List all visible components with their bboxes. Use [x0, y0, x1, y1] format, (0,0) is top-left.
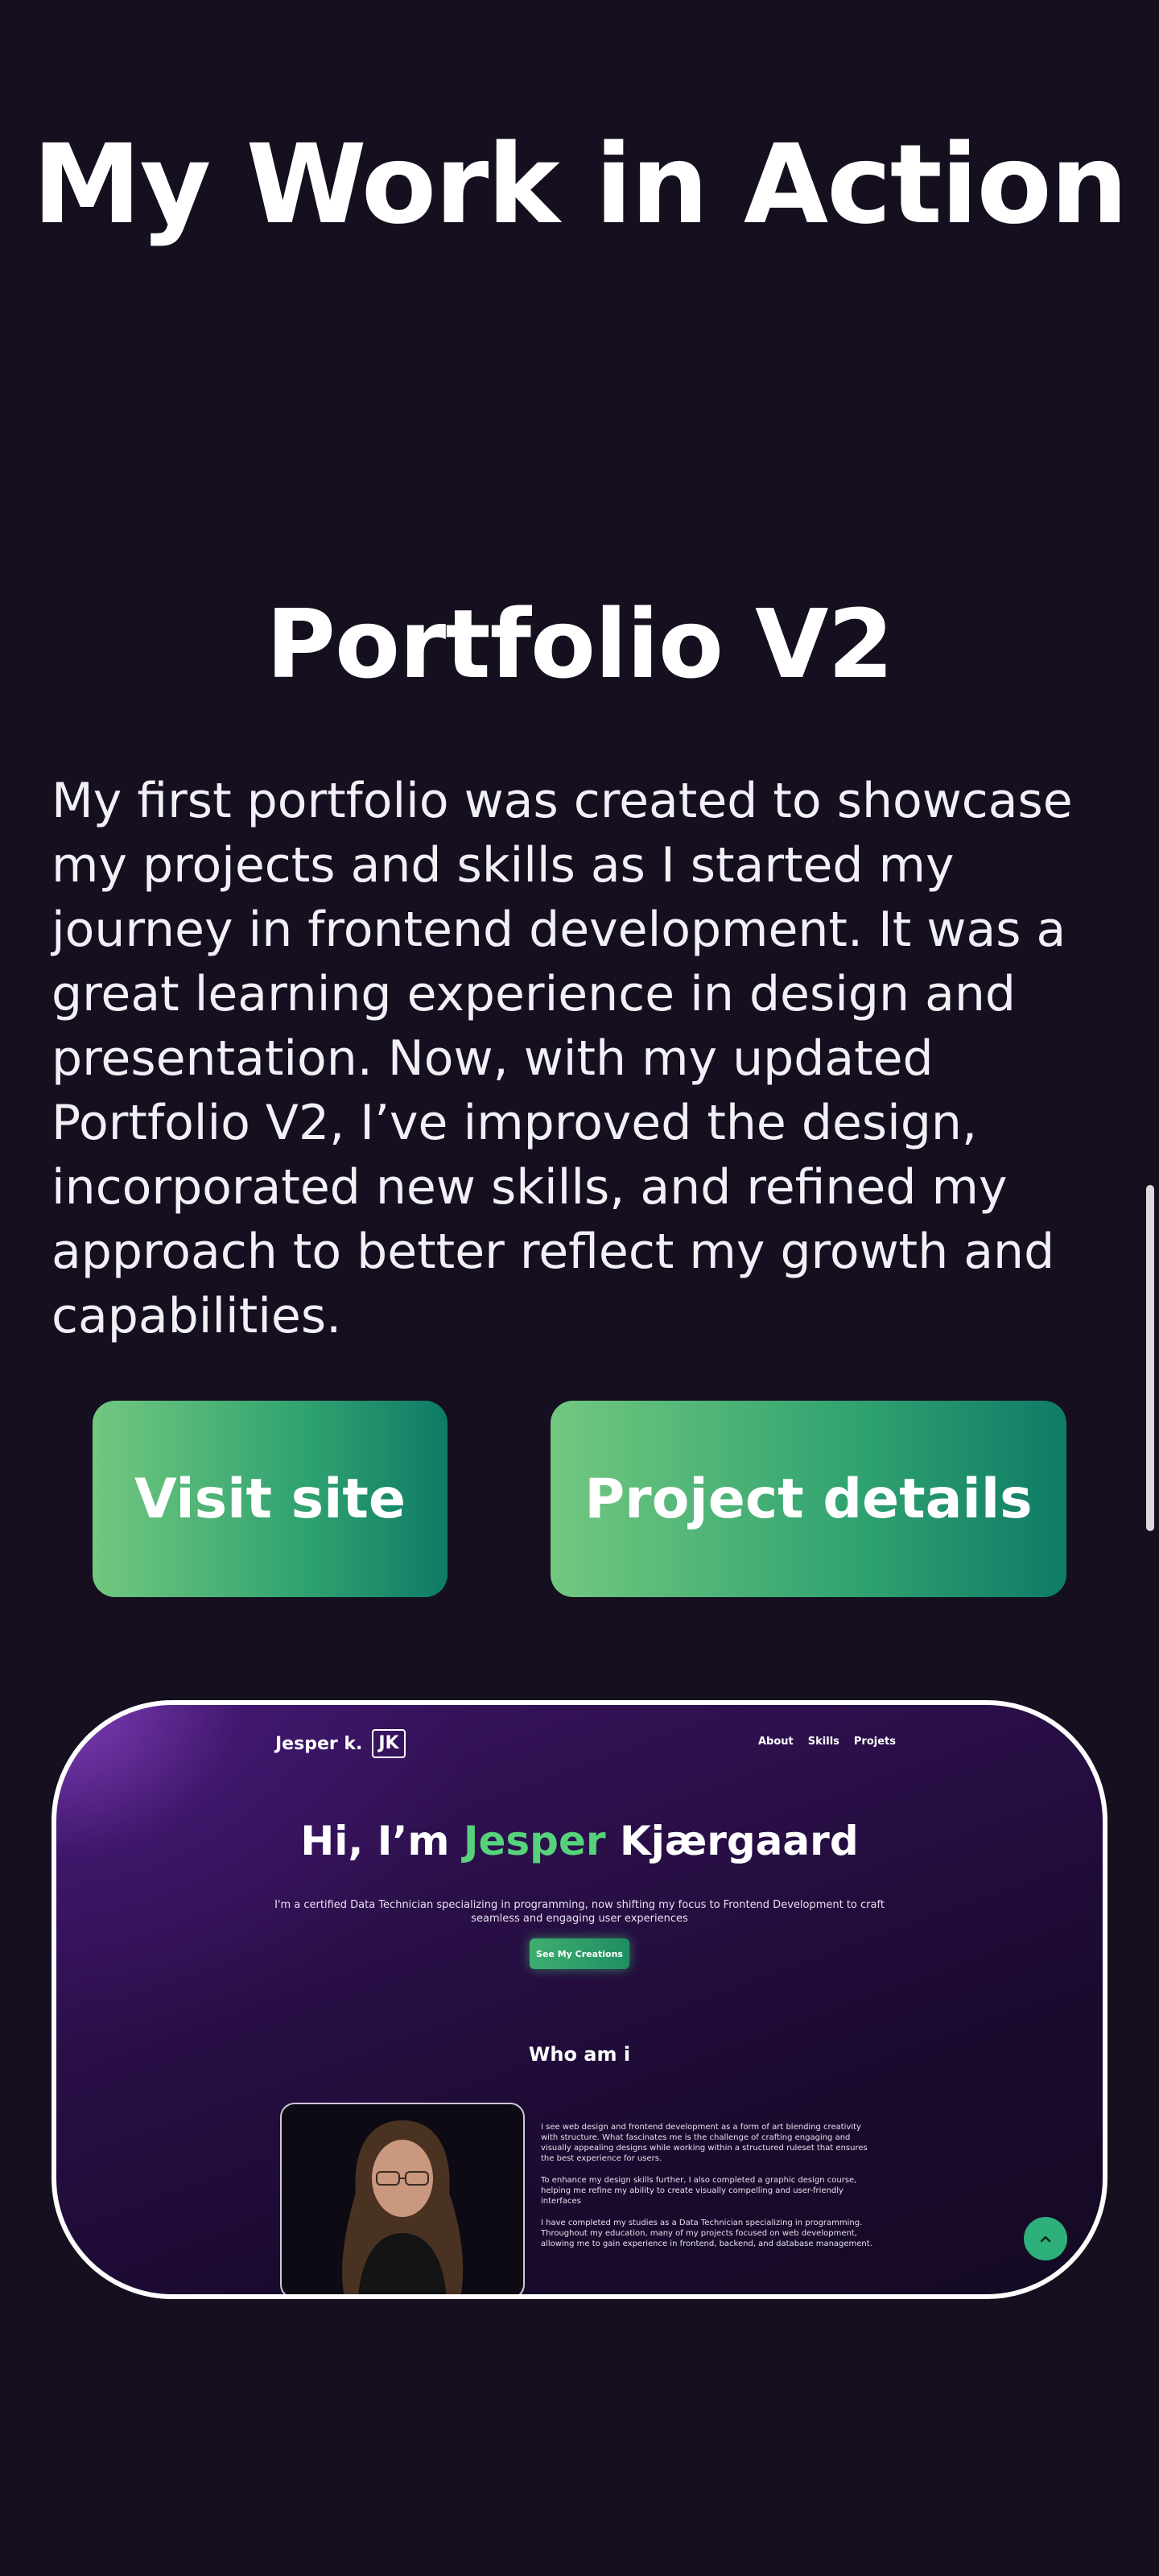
preview-about-text: I see web design and frontend developmen… [541, 2122, 879, 2260]
preview-about-heading: Who am i [528, 2043, 631, 2066]
preview-cta-button: See My Creations [530, 1938, 629, 1969]
preview-about-paragraph: I have completed my studies as a Data Te… [541, 2219, 872, 2248]
preview-hero-heading: Hi, I’m Jesper Kjærgaard [56, 1818, 1103, 1864]
preview-hero-prefix: Hi, I’m [300, 1818, 450, 1864]
chevron-up-icon [1024, 2217, 1067, 2260]
visit-site-button[interactable]: Visit site [93, 1401, 448, 1597]
section-title: My Work in Action [32, 122, 1128, 249]
preview-brand: Jesper k. JK [275, 1729, 406, 1758]
preview-hero-suffix: Kjærgaard [619, 1818, 859, 1864]
project-preview-image: Jesper k. JK About Skills Projets Hi, I’… [52, 1700, 1107, 2299]
person-silhouette-icon [342, 2120, 464, 2294]
preview-about-paragraph: To enhance my design skills further, I a… [541, 2176, 857, 2206]
scrollbar[interactable] [1141, 0, 1159, 2576]
project-description: My first portfolio was created to showca… [52, 773, 1073, 1344]
preview-nav-about: About [758, 1736, 794, 1748]
preview-nav-projects: Projets [853, 1736, 897, 1748]
preview-nav: About Skills Projets [758, 1736, 896, 1748]
scrollbar-thumb[interactable] [1146, 1185, 1154, 1531]
preview-hero-highlight: Jesper [463, 1818, 606, 1864]
preview-brand-name: Jesper k. [275, 1733, 363, 1754]
preview-about-paragraph: I see web design and frontend developmen… [541, 2123, 868, 2163]
preview-subtitle: I'm a certified Data Technician speciali… [274, 1899, 885, 1925]
preview-nav-skills: Skills [807, 1736, 839, 1748]
preview-brand-logo: JK [372, 1729, 406, 1758]
project-details-button[interactable]: Project details [551, 1401, 1066, 1597]
project-title: Portfolio V2 [266, 588, 893, 700]
preview-profile-photo [280, 2103, 525, 2294]
